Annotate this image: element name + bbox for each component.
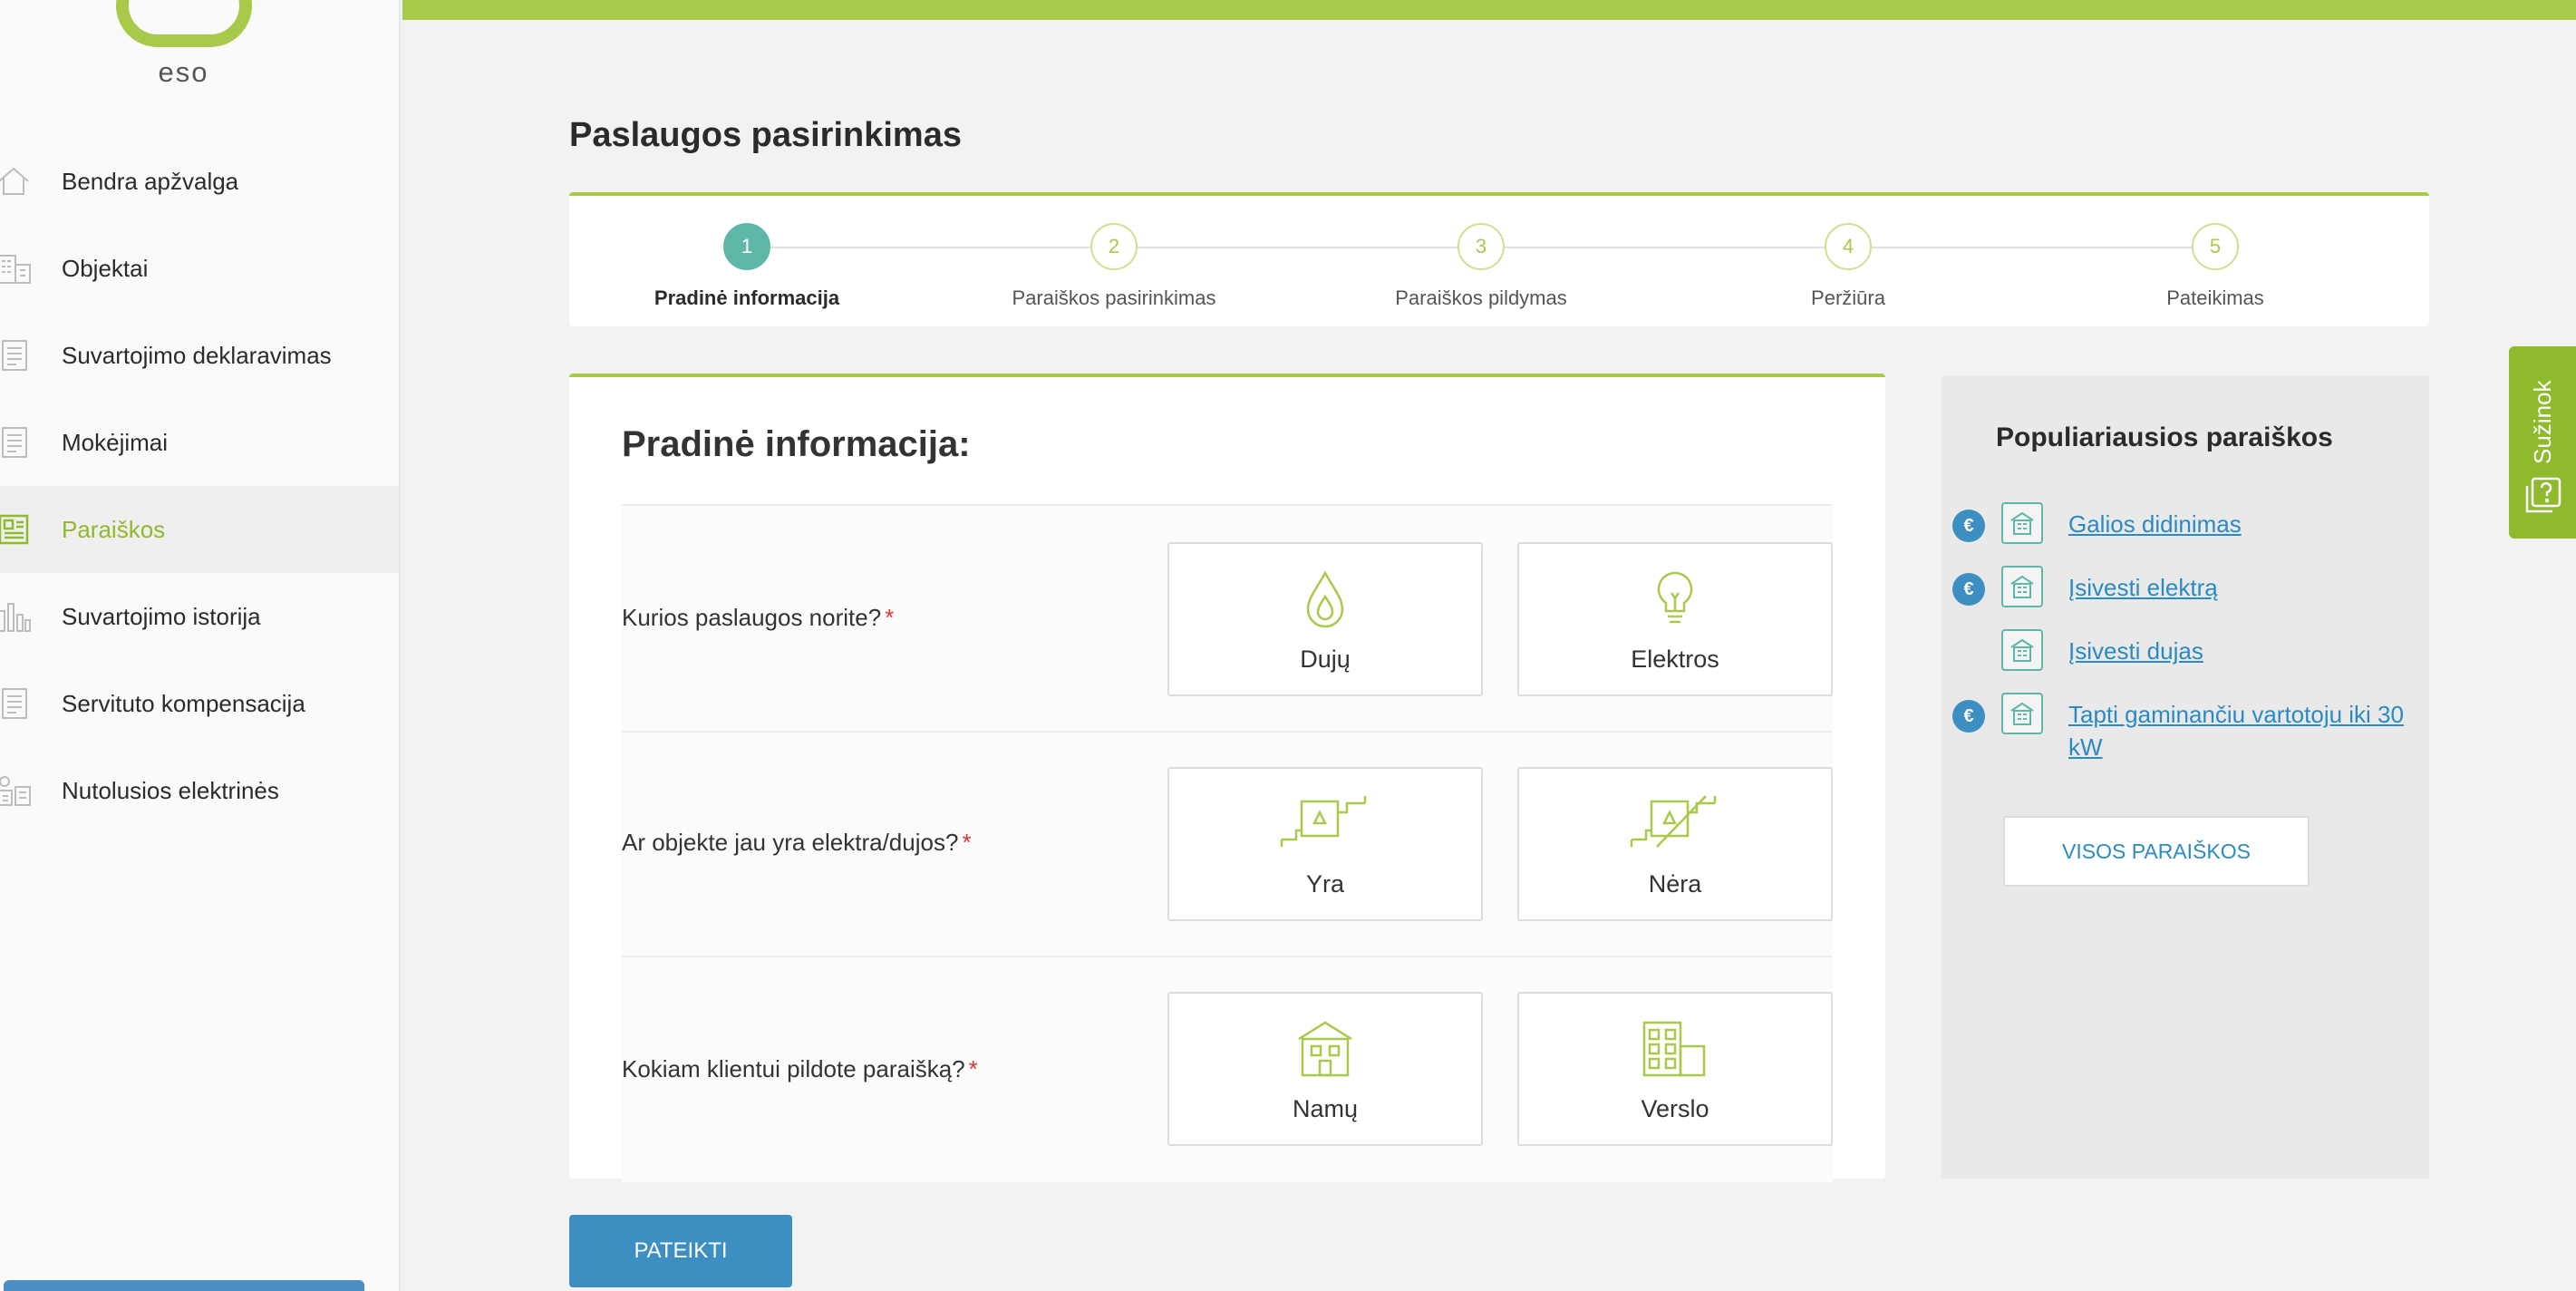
euro-icon: € xyxy=(1952,510,1985,542)
option-not-exists-button[interactable]: Nėra xyxy=(1517,767,1833,921)
step-number: 5 xyxy=(2192,223,2239,270)
meter-connected-icon xyxy=(1169,794,1481,858)
building-icon xyxy=(2001,566,2043,607)
bar-chart-icon xyxy=(0,597,33,636)
step-1: 1 Pradinė informacija xyxy=(611,223,883,310)
option-label: Elektros xyxy=(1631,646,1719,673)
step-label: Paraiškos pasirinkimas xyxy=(1012,286,1216,309)
sidebar-item-objektai[interactable]: Objektai xyxy=(0,225,399,312)
option-electricity-button[interactable]: Elektros xyxy=(1517,542,1833,696)
sidebar-item-nutolusios-elektrines[interactable]: Nutolusios elektrinės xyxy=(0,747,399,834)
step-label: Pateikimas xyxy=(2166,286,2264,309)
option-label: Namų xyxy=(1292,1095,1359,1122)
step-number: 4 xyxy=(1825,223,1872,270)
option-exists-button[interactable]: Yra xyxy=(1167,767,1483,921)
question-row-client-type: Kokiam klientui pildote paraišką? * Namų … xyxy=(622,957,1833,1182)
required-mark: * xyxy=(968,1055,978,1082)
option-label: Yra xyxy=(1305,870,1345,898)
popular-title: Populiariausios paraiškos xyxy=(1996,422,2333,452)
document-icon xyxy=(0,423,33,461)
all-applications-button[interactable]: VISOS PARAIŠKOS xyxy=(2003,816,2310,887)
sidebar-nav: Bendra apžvalga Objektai Suvartojimo dek… xyxy=(0,138,399,834)
logo-mark-icon xyxy=(116,0,252,47)
sidebar-item-label: Suvartojimo istorija xyxy=(62,602,261,630)
question-label: Kurios paslaugos norite? * xyxy=(622,604,895,631)
step-number: 1 xyxy=(723,223,770,270)
help-icon xyxy=(2523,475,2563,519)
sidebar-item-label: Nutolusios elektrinės xyxy=(62,776,279,804)
sidebar-item-label: Suvartojimo deklaravimas xyxy=(62,341,332,369)
meter-disconnected-icon xyxy=(1519,794,1831,858)
popular-link-producer[interactable]: Tapti gaminančiu vartotoju iki 30 kW xyxy=(2068,698,2413,763)
required-mark: * xyxy=(885,604,895,631)
logo-text: eso xyxy=(158,56,209,88)
euro-icon: € xyxy=(1952,573,1985,606)
step-5: 5 Pateikimas xyxy=(2079,223,2351,310)
solar-plant-icon xyxy=(0,772,33,810)
document-icon xyxy=(0,684,33,723)
step-4: 4 Peržiūra xyxy=(1712,223,1984,310)
sidebar-item-servituto-kompensacija[interactable]: Servituto kompensacija xyxy=(0,660,399,747)
sidebar-item-paraiskos[interactable]: Paraiškos xyxy=(0,486,399,573)
sidebar-item-label: Objektai xyxy=(62,254,149,282)
sidebar-item-label: Paraiškos xyxy=(62,515,166,543)
sidebar-item-label: Mokėjimai xyxy=(62,428,169,456)
popular-link-gas[interactable]: Įsivesti dujas xyxy=(2068,635,2413,667)
building-icon xyxy=(2001,629,2043,671)
popular-link-power-increase[interactable]: Galios didinimas xyxy=(2068,508,2413,540)
progress-stepper: 1 Pradinė informacija 2 Paraiškos pasiri… xyxy=(569,192,2429,326)
learn-tab-label: Sužinok xyxy=(2529,380,2556,465)
top-accent-bar xyxy=(402,0,2576,20)
sidebar-item-suvartojimo-istorija[interactable]: Suvartojimo istorija xyxy=(0,573,399,660)
submit-button[interactable]: PATEIKTI xyxy=(569,1215,792,1287)
question-label: Ar objekte jau yra elektra/dujos? * xyxy=(622,829,972,856)
option-label: Dujų xyxy=(1300,646,1351,673)
sidebar-item-suvartojimo-deklaravimas[interactable]: Suvartojimo deklaravimas xyxy=(0,312,399,399)
sidebar-bottom-button[interactable] xyxy=(4,1280,364,1291)
step-label: Paraiškos pildymas xyxy=(1395,286,1567,309)
question-label: Kokiam klientui pildote paraišką? * xyxy=(622,1055,978,1082)
home-icon xyxy=(0,162,33,200)
question-row-existing: Ar objekte jau yra elektra/dujos? * Yra N… xyxy=(622,733,1833,957)
option-business-button[interactable]: Verslo xyxy=(1517,992,1833,1146)
step-label: Pradinė informacija xyxy=(654,286,840,309)
question-row-service: Kurios paslaugos norite? * Dujų Elektros xyxy=(622,506,1833,731)
step-3: 3 Paraiškos pildymas xyxy=(1345,223,1617,310)
house-icon xyxy=(1169,1019,1481,1082)
euro-icon: € xyxy=(1952,700,1985,733)
building-icon xyxy=(2001,502,2043,544)
option-gas-button[interactable]: Dujų xyxy=(1167,542,1483,696)
popular-applications-panel: Populiariausios paraiškos € Galios didin… xyxy=(1942,375,2429,1179)
step-number: 3 xyxy=(1457,223,1505,270)
buildings-icon xyxy=(0,249,33,287)
step-number: 2 xyxy=(1090,223,1138,270)
learn-side-tab[interactable]: Sužinok xyxy=(2509,346,2576,539)
form-card: Pradinė informacija: Kurios paslaugos no… xyxy=(569,374,1885,1182)
sidebar: eso Bendra apžvalga Objektai Suvartojimo… xyxy=(0,0,401,1291)
office-building-icon xyxy=(1519,1019,1831,1082)
building-icon xyxy=(2001,693,2043,734)
option-label: Nėra xyxy=(1648,870,1702,898)
sidebar-item-label: Servituto kompensacija xyxy=(62,689,305,717)
sidebar-item-bendra-apzvalga[interactable]: Bendra apžvalga xyxy=(0,138,399,225)
required-mark: * xyxy=(962,829,972,856)
step-label: Peržiūra xyxy=(1811,286,1885,309)
step-2: 2 Paraiškos pasirinkimas xyxy=(978,223,1250,310)
form-icon xyxy=(0,510,33,548)
sidebar-item-mokejimai[interactable]: Mokėjimai xyxy=(0,399,399,486)
popular-link-electricity[interactable]: Įsivesti elektrą xyxy=(2068,571,2413,604)
option-label: Verslo xyxy=(1641,1095,1709,1122)
sidebar-item-label: Bendra apžvalga xyxy=(62,167,239,195)
page-title: Paslaugos pasirinkimas xyxy=(569,116,962,154)
eso-logo[interactable]: eso xyxy=(109,0,258,91)
document-icon xyxy=(0,336,33,374)
form-title: Pradinė informacija: xyxy=(622,424,971,464)
gas-drop-icon xyxy=(1169,569,1481,633)
lightbulb-icon xyxy=(1519,569,1831,633)
option-household-button[interactable]: Namų xyxy=(1167,992,1483,1146)
